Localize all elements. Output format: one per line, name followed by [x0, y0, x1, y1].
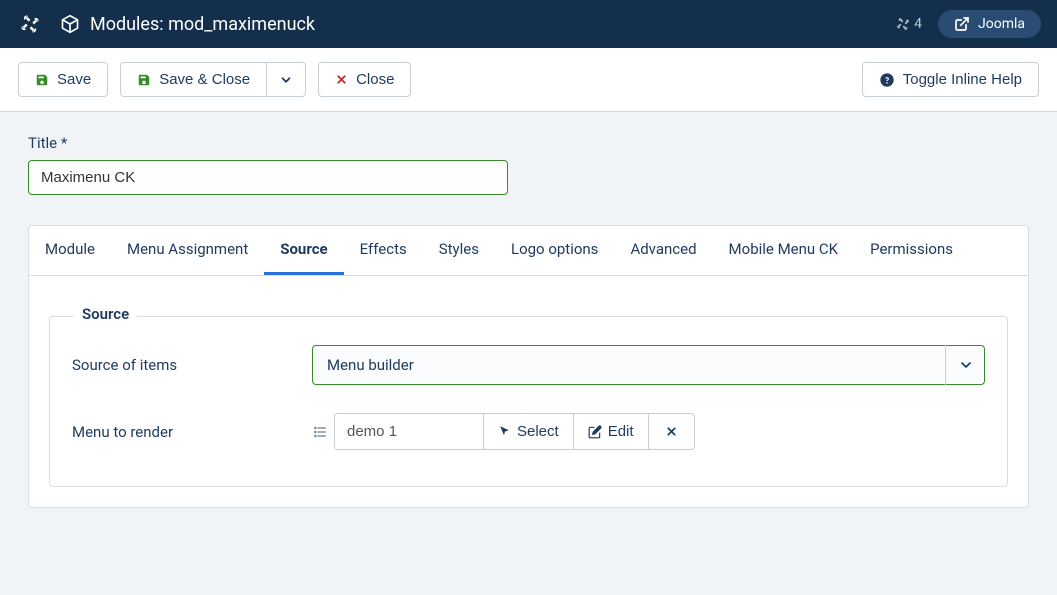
select-value: Menu builder [312, 345, 985, 385]
tab-styles[interactable]: Styles [423, 226, 495, 275]
source-of-items-select[interactable]: Menu builder [312, 345, 985, 385]
joomla-small-icon [896, 17, 910, 31]
notification-badge[interactable]: 4 [896, 16, 922, 32]
clear-menu-button[interactable] [649, 413, 695, 450]
tab-permissions[interactable]: Permissions [854, 226, 969, 275]
external-link-icon [954, 16, 970, 32]
save-close-button[interactable]: Save & Close [120, 62, 267, 97]
tab-effects[interactable]: Effects [344, 226, 423, 275]
list-icon [312, 424, 328, 440]
menu-render-value [334, 413, 484, 450]
save-icon [35, 73, 49, 87]
close-icon [665, 425, 678, 438]
menu-render-input-group: Select Edit [334, 413, 695, 450]
question-circle-icon [879, 72, 895, 88]
tab-mobile-menu-ck[interactable]: Mobile Menu CK [713, 226, 855, 275]
tab-bar: ModuleMenu AssignmentSourceEffectsStyles… [29, 226, 1028, 276]
save-icon [137, 73, 151, 87]
save-close-group: Save & Close [120, 62, 306, 97]
tab-logo-options[interactable]: Logo options [495, 226, 614, 275]
header-left: Modules: mod_maximenuck [16, 10, 896, 38]
brand-label: Joomla [978, 16, 1025, 32]
chevron-down-icon [279, 73, 293, 87]
edit-icon [588, 425, 602, 439]
menu-to-render-row: Menu to render [72, 413, 985, 450]
page-title: Modules: mod_maximenuck [60, 14, 315, 35]
title-input[interactable] [28, 160, 508, 195]
save-dropdown-caret[interactable] [267, 62, 306, 97]
tab-content: Source Source of items Menu builder Menu… [29, 276, 1028, 507]
select-menu-button[interactable]: Select [484, 413, 574, 450]
header-right: 4 Joomla [896, 10, 1041, 38]
joomla-logo-icon[interactable] [16, 10, 44, 38]
cube-icon [60, 14, 80, 34]
cursor-icon [498, 425, 511, 438]
page-title-text: Modules: mod_maximenuck [90, 14, 315, 35]
close-icon [335, 73, 348, 86]
tab-advanced[interactable]: Advanced [614, 226, 712, 275]
close-button[interactable]: Close [318, 62, 411, 97]
toolbar: Save Save & Close Close Toggle Inline He… [0, 48, 1057, 112]
brand-pill[interactable]: Joomla [938, 10, 1041, 38]
source-of-items-label: Source of items [72, 356, 312, 374]
title-label: Title * [28, 134, 1029, 152]
tab-menu-assignment[interactable]: Menu Assignment [111, 226, 264, 275]
main-content: Title * ModuleMenu AssignmentSourceEffec… [0, 112, 1057, 530]
save-button[interactable]: Save [18, 62, 108, 97]
source-of-items-row: Source of items Menu builder [72, 345, 985, 385]
header-bar: Modules: mod_maximenuck 4 Joomla [0, 0, 1057, 48]
tab-source[interactable]: Source [264, 226, 343, 275]
edit-menu-button[interactable]: Edit [574, 413, 649, 450]
toggle-inline-help-button[interactable]: Toggle Inline Help [862, 62, 1039, 97]
tabs-container: ModuleMenu AssignmentSourceEffectsStyles… [28, 225, 1029, 508]
fieldset-legend: Source [74, 305, 137, 323]
tab-module[interactable]: Module [29, 226, 111, 275]
notification-count: 4 [914, 16, 922, 32]
menu-to-render-label: Menu to render [72, 423, 312, 441]
source-fieldset: Source Source of items Menu builder Menu… [49, 316, 1008, 487]
